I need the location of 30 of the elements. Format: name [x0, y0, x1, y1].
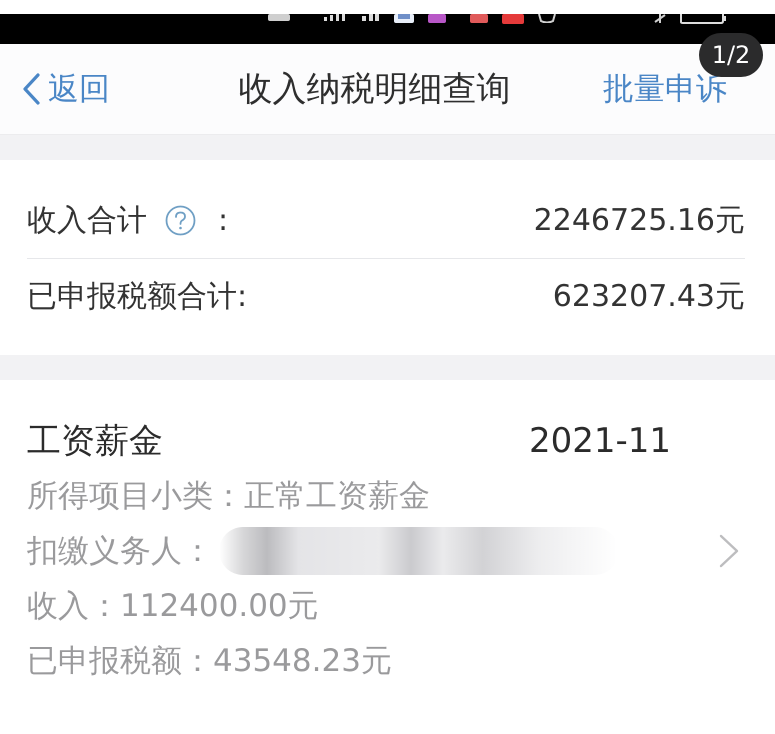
- colon-text: :: [218, 202, 228, 238]
- field-label: 已申报税额：: [27, 642, 213, 680]
- status-icon: [654, 14, 666, 23]
- summary-value: 2246725.16元: [534, 202, 745, 240]
- help-icon[interactable]: [165, 204, 196, 236]
- app-notification-icon: [428, 14, 446, 23]
- field-label: 扣缴义务人：: [27, 532, 213, 570]
- status-icon: [538, 14, 556, 23]
- chevron-left-icon: [22, 73, 40, 105]
- app-notification-icon: [394, 14, 414, 23]
- field-value: 43548.23元: [213, 642, 392, 680]
- status-icon: [362, 14, 380, 21]
- summary-label: 收入合计: [27, 202, 147, 240]
- field-value: 112400.00元: [120, 586, 319, 626]
- chevron-right-icon: [718, 534, 740, 568]
- record-card[interactable]: 工资薪金 2021-11 所得项目小类：正常工资薪金 扣缴义务人： 收入：112400.00元 已申报税额：43548.23元: [0, 380, 775, 734]
- app-notification-icon: [470, 14, 488, 23]
- app-notification-icon: [502, 14, 524, 24]
- income-category: 工资薪金: [27, 420, 163, 463]
- back-button[interactable]: 返回: [22, 69, 110, 109]
- field-label: 收入：: [27, 586, 120, 626]
- summary-label: 已申报税额合计:: [27, 278, 248, 316]
- status-icon: [268, 14, 290, 21]
- battery-icon: [680, 14, 726, 24]
- page-title: 收入纳税明细查询: [238, 68, 510, 111]
- tax-period: 2021-11: [529, 421, 672, 461]
- summary-value: 623207.43元: [552, 278, 745, 316]
- field-value: 正常工资薪金: [244, 476, 430, 516]
- signal-icon: [324, 14, 348, 21]
- field-label: 所得项目小类：: [27, 476, 244, 516]
